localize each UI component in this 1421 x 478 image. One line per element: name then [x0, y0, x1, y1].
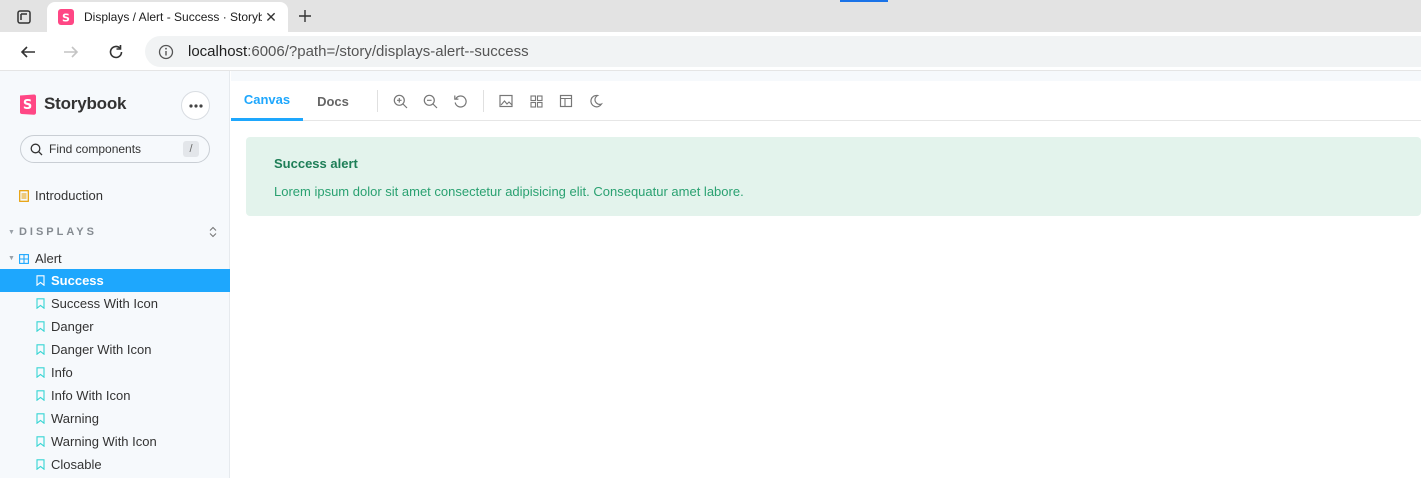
toolbar-divider	[483, 90, 484, 112]
zoom-out-icon[interactable]	[422, 93, 438, 109]
background-icon[interactable]	[498, 93, 514, 109]
bookmark-icon	[36, 321, 45, 332]
tab-close-icon[interactable]: ✕	[262, 8, 280, 26]
expand-collapse-icon[interactable]	[208, 226, 218, 238]
component-icon	[18, 253, 29, 264]
sidebar-story-info[interactable]: Info	[0, 361, 230, 384]
toolbar-divider	[377, 90, 378, 112]
section-label: DISPLAYS	[18, 226, 97, 238]
ellipsis-icon	[188, 103, 203, 108]
sidebar-item-label: Introduction	[35, 188, 103, 203]
story-label: Danger	[51, 319, 94, 334]
url-host: localhost	[188, 43, 248, 60]
tab-actions-icon[interactable]	[10, 6, 38, 28]
story-label: Success With Icon	[51, 296, 158, 311]
caret-down-icon: ▼	[8, 255, 15, 262]
site-info-icon[interactable]	[158, 44, 174, 60]
sidebar-story-warning-with-icon[interactable]: Warning With Icon	[0, 430, 230, 453]
sidebar-menu-button[interactable]	[181, 91, 210, 120]
sidebar-story-danger[interactable]: Danger	[0, 315, 230, 338]
zoom-in-icon[interactable]	[392, 93, 408, 109]
bookmark-icon	[36, 413, 45, 424]
storybook-logo-icon: S	[20, 94, 36, 115]
document-icon	[19, 189, 29, 202]
success-alert: Success alert Lorem ipsum dolor sit amet…	[246, 137, 1421, 216]
url-path: :6006/?path=/story/displays-alert--succe…	[247, 43, 529, 60]
caret-down-icon: ▼	[8, 228, 15, 236]
tab-canvas[interactable]: Canvas	[231, 81, 303, 121]
browser-tab[interactable]: S Displays / Alert - Success · Storybook…	[47, 2, 288, 32]
svg-text:S: S	[62, 12, 70, 25]
bookmark-icon	[36, 367, 45, 378]
browser-tabstrip: S Displays / Alert - Success · Storybook…	[0, 0, 1421, 32]
alert-title: Success alert	[274, 156, 358, 171]
reload-button[interactable]	[102, 38, 130, 66]
dark-mode-icon[interactable]	[588, 93, 604, 109]
viewport-icon[interactable]	[558, 93, 574, 109]
sidebar-story-danger-with-icon[interactable]: Danger With Icon	[0, 338, 230, 361]
story-label: Danger With Icon	[51, 342, 152, 357]
grid-icon[interactable]	[528, 93, 544, 109]
search-icon	[30, 143, 43, 155]
storybook-brand[interactable]: S Storybook	[19, 93, 126, 115]
alert-text: Lorem ipsum dolor sit amet consectetur a…	[274, 184, 744, 199]
svg-text:S: S	[23, 98, 32, 113]
story-label: Info	[51, 365, 73, 380]
bookmark-icon	[36, 344, 45, 355]
browser-toolbar: localhost:6006/?path=/story/displays-ale…	[0, 32, 1421, 71]
tab-title: Displays / Alert - Success · Storybook	[84, 10, 262, 24]
back-button[interactable]	[14, 38, 42, 66]
sidebar-story-closable[interactable]: Closable	[0, 453, 230, 476]
sidebar-section-displays[interactable]: ▼ DISPLAYS	[8, 221, 222, 243]
story-label: Success	[51, 273, 104, 288]
tab-docs[interactable]: Docs	[311, 81, 355, 121]
story-label: Closable	[51, 457, 102, 472]
story-label: Warning With Icon	[51, 434, 157, 449]
storybook-sidebar: S Storybook Find components / Introducti…	[0, 71, 230, 478]
new-tab-button[interactable]	[294, 5, 316, 27]
bookmark-icon	[36, 436, 45, 447]
sidebar-story-success[interactable]: Success	[0, 269, 230, 292]
search-input[interactable]: Find components /	[20, 135, 210, 163]
sidebar-story-warning[interactable]: Warning	[0, 407, 230, 430]
sidebar-item-label: Alert	[34, 251, 62, 266]
forward-button[interactable]	[57, 38, 85, 66]
sidebar-story-info-with-icon[interactable]: Info With Icon	[0, 384, 230, 407]
brand-name: Storybook	[44, 94, 127, 113]
bookmark-icon	[36, 298, 45, 309]
preview-gap	[231, 71, 1421, 81]
sidebar-item-alert[interactable]: ▼ Alert	[8, 247, 62, 270]
preview-toolbar: Canvas Docs	[231, 81, 1421, 121]
bookmark-icon	[36, 390, 45, 401]
address-bar[interactable]: localhost:6006/?path=/story/displays-ale…	[145, 36, 1421, 67]
sidebar-item-introduction[interactable]: Introduction	[19, 184, 103, 207]
bookmark-icon	[36, 459, 45, 470]
url-text: localhost:6006/?path=/story/displays-ale…	[188, 43, 529, 60]
reset-zoom-icon[interactable]	[452, 93, 468, 109]
story-label: Warning	[51, 411, 99, 426]
bookmark-icon	[36, 275, 45, 286]
search-shortcut-key: /	[183, 141, 199, 157]
search-placeholder: Find components	[49, 142, 142, 156]
window-indicator	[840, 0, 888, 2]
sidebar-story-success-with-icon[interactable]: Success With Icon	[0, 292, 230, 315]
story-label: Info With Icon	[51, 388, 131, 403]
storybook-favicon-icon: S	[58, 9, 74, 25]
